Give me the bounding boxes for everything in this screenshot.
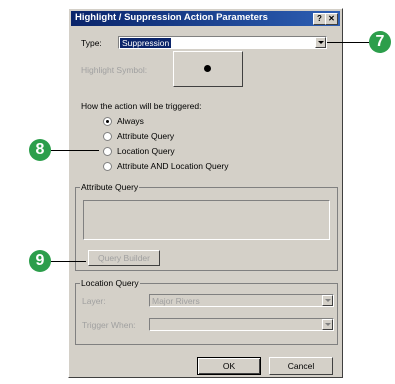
location-query-group: Location Query Layer: Major Rivers Trigg… bbox=[75, 278, 338, 345]
layer-value: Major Rivers bbox=[152, 296, 200, 306]
layer-label: Layer: bbox=[82, 296, 106, 306]
chevron-down-icon[interactable] bbox=[315, 37, 326, 48]
layer-dropdown[interactable]: Major Rivers bbox=[149, 294, 334, 307]
chevron-down-icon[interactable] bbox=[322, 319, 333, 330]
attribute-query-legend: Attribute Query bbox=[80, 182, 140, 192]
callout-8-leader bbox=[51, 150, 99, 151]
radio-always[interactable] bbox=[103, 117, 112, 126]
callout-9: 9 bbox=[29, 250, 51, 272]
trigger-when-dropdown[interactable] bbox=[149, 318, 334, 331]
highlight-symbol-button[interactable] bbox=[173, 51, 243, 87]
callout-9-leader bbox=[51, 261, 86, 262]
chevron-down-icon[interactable] bbox=[322, 295, 333, 306]
callout-7: 7 bbox=[369, 31, 391, 53]
cancel-button[interactable]: Cancel bbox=[269, 357, 333, 375]
radio-location-query-label[interactable]: Location Query bbox=[117, 146, 175, 156]
attribute-query-text bbox=[83, 200, 330, 240]
type-value: Suppression bbox=[120, 38, 172, 48]
highlight-symbol-label: Highlight Symbol: bbox=[81, 65, 148, 75]
location-query-legend: Location Query bbox=[80, 278, 140, 288]
query-builder-button[interactable]: Query Builder bbox=[88, 250, 160, 266]
close-icon[interactable]: ✕ bbox=[325, 13, 338, 25]
radio-always-label[interactable]: Always bbox=[117, 116, 144, 126]
type-label: Type: bbox=[81, 38, 102, 48]
trigger-when-label: Trigger When: bbox=[82, 320, 136, 330]
dialog-title: Highlight / Suppression Action Parameter… bbox=[75, 12, 268, 23]
radio-attribute-query[interactable] bbox=[103, 132, 112, 141]
callout-8: 8 bbox=[29, 139, 51, 161]
ok-button[interactable]: OK bbox=[197, 357, 261, 375]
callout-7-leader bbox=[327, 42, 369, 43]
radio-location-query[interactable] bbox=[103, 147, 112, 156]
title-bar[interactable]: Highlight / Suppression Action Parameter… bbox=[71, 11, 340, 26]
attribute-query-group: Attribute Query Query Builder bbox=[75, 182, 338, 271]
point-symbol-icon bbox=[204, 65, 211, 72]
radio-attribute-and-location-query-label[interactable]: Attribute AND Location Query bbox=[117, 161, 229, 171]
trigger-heading: How the action will be triggered: bbox=[81, 101, 202, 111]
action-parameters-dialog: Highlight / Suppression Action Parameter… bbox=[68, 8, 343, 378]
radio-attribute-and-location-query[interactable] bbox=[103, 162, 112, 171]
radio-attribute-query-label[interactable]: Attribute Query bbox=[117, 131, 174, 141]
type-dropdown[interactable]: Suppression bbox=[118, 36, 327, 49]
